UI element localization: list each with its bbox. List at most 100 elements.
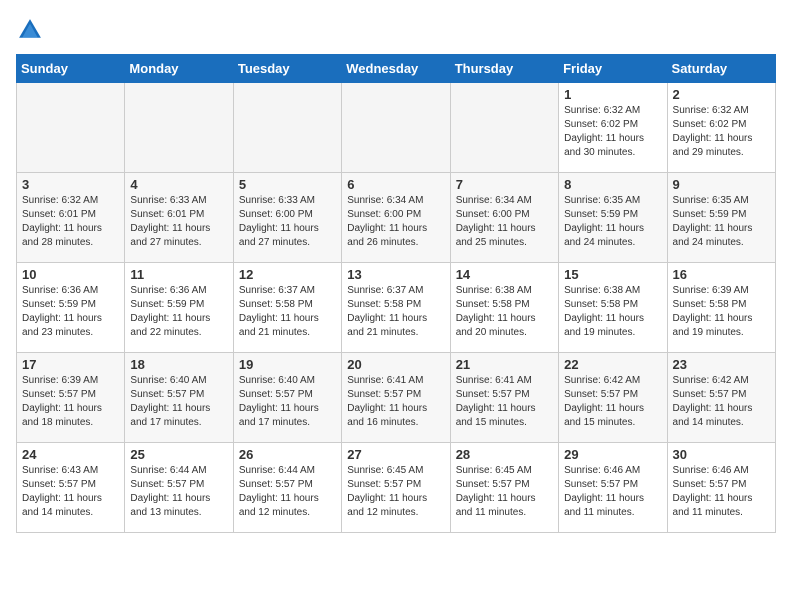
calendar-cell: 29 Sunrise: 6:46 AMSunset: 5:57 PMDayligh… bbox=[559, 443, 667, 533]
day-number: 28 bbox=[456, 447, 553, 462]
day-number: 23 bbox=[673, 357, 770, 372]
day-info: Sunrise: 6:44 AMSunset: 5:57 PMDaylight:… bbox=[239, 464, 336, 520]
calendar-cell: 20 Sunrise: 6:41 AMSunset: 5:57 PMDayligh… bbox=[342, 353, 450, 443]
day-info: Sunrise: 6:39 AMSunset: 5:57 PMDaylight:… bbox=[22, 374, 119, 430]
day-number: 29 bbox=[564, 447, 661, 462]
calendar-cell: 2 Sunrise: 6:32 AMSunset: 6:02 PMDaylight… bbox=[667, 83, 775, 173]
day-header-thursday: Thursday bbox=[450, 55, 558, 83]
day-number: 21 bbox=[456, 357, 553, 372]
day-header-sunday: Sunday bbox=[17, 55, 125, 83]
day-info: Sunrise: 6:42 AMSunset: 5:57 PMDaylight:… bbox=[564, 374, 661, 430]
calendar-cell: 1Sunrise: 6:32 AMSunset: 6:02 PMDaylight… bbox=[559, 83, 667, 173]
day-info: Sunrise: 6:34 AMSunset: 6:00 PMDaylight:… bbox=[347, 194, 444, 250]
calendar-cell: 4 Sunrise: 6:33 AMSunset: 6:01 PMDaylight… bbox=[125, 173, 233, 263]
calendar-cell: 7 Sunrise: 6:34 AMSunset: 6:00 PMDaylight… bbox=[450, 173, 558, 263]
calendar-cell: 6 Sunrise: 6:34 AMSunset: 6:00 PMDaylight… bbox=[342, 173, 450, 263]
calendar-cell: 3 Sunrise: 6:32 AMSunset: 6:01 PMDaylight… bbox=[17, 173, 125, 263]
day-number: 17 bbox=[22, 357, 119, 372]
day-info: Sunrise: 6:40 AMSunset: 5:57 PMDaylight:… bbox=[130, 374, 227, 430]
calendar-table: SundayMondayTuesdayWednesdayThursdayFrid… bbox=[16, 54, 776, 533]
day-info: Sunrise: 6:38 AMSunset: 5:58 PMDaylight:… bbox=[564, 284, 661, 340]
calendar-cell: 25Sunrise: 6:44 AMSunset: 5:57 PMDayligh… bbox=[125, 443, 233, 533]
day-info: Sunrise: 6:39 AMSunset: 5:58 PMDaylight:… bbox=[673, 284, 770, 340]
day-info: Sunrise: 6:34 AMSunset: 6:00 PMDaylight:… bbox=[456, 194, 553, 250]
day-info: Sunrise: 6:45 AMSunset: 5:57 PMDaylight:… bbox=[456, 464, 553, 520]
calendar-cell bbox=[450, 83, 558, 173]
day-info: Sunrise: 6:38 AMSunset: 5:58 PMDaylight:… bbox=[456, 284, 553, 340]
day-info: Sunrise: 6:40 AMSunset: 5:57 PMDaylight:… bbox=[239, 374, 336, 430]
day-number: 26 bbox=[239, 447, 336, 462]
day-info: Sunrise: 6:45 AMSunset: 5:57 PMDaylight:… bbox=[347, 464, 444, 520]
calendar-cell bbox=[125, 83, 233, 173]
day-info: Sunrise: 6:37 AMSunset: 5:58 PMDaylight:… bbox=[347, 284, 444, 340]
day-number: 22 bbox=[564, 357, 661, 372]
day-number: 12 bbox=[239, 267, 336, 282]
day-info: Sunrise: 6:36 AMSunset: 5:59 PMDaylight:… bbox=[22, 284, 119, 340]
day-info: Sunrise: 6:35 AMSunset: 5:59 PMDaylight:… bbox=[673, 194, 770, 250]
day-info: Sunrise: 6:43 AMSunset: 5:57 PMDaylight:… bbox=[22, 464, 119, 520]
day-info: Sunrise: 6:44 AMSunset: 5:57 PMDaylight:… bbox=[130, 464, 227, 520]
calendar-cell: 13Sunrise: 6:37 AMSunset: 5:58 PMDayligh… bbox=[342, 263, 450, 353]
calendar-cell: 14Sunrise: 6:38 AMSunset: 5:58 PMDayligh… bbox=[450, 263, 558, 353]
calendar-cell: 21 Sunrise: 6:41 AMSunset: 5:57 PMDayligh… bbox=[450, 353, 558, 443]
day-info: Sunrise: 6:32 AMSunset: 6:02 PMDaylight:… bbox=[673, 104, 770, 160]
calendar-cell bbox=[17, 83, 125, 173]
calendar-cell: 24 Sunrise: 6:43 AMSunset: 5:57 PMDayligh… bbox=[17, 443, 125, 533]
calendar-week-row: 24 Sunrise: 6:43 AMSunset: 5:57 PMDayligh… bbox=[17, 443, 776, 533]
calendar-cell: 16 Sunrise: 6:39 AMSunset: 5:58 PMDayligh… bbox=[667, 263, 775, 353]
day-info: Sunrise: 6:32 AMSunset: 6:01 PMDaylight:… bbox=[22, 194, 119, 250]
calendar-cell: 17 Sunrise: 6:39 AMSunset: 5:57 PMDayligh… bbox=[17, 353, 125, 443]
calendar-header-row: SundayMondayTuesdayWednesdayThursdayFrid… bbox=[17, 55, 776, 83]
day-info: Sunrise: 6:46 AMSunset: 5:57 PMDaylight:… bbox=[564, 464, 661, 520]
calendar-week-row: 10 Sunrise: 6:36 AMSunset: 5:59 PMDayligh… bbox=[17, 263, 776, 353]
calendar-cell: 18 Sunrise: 6:40 AMSunset: 5:57 PMDayligh… bbox=[125, 353, 233, 443]
day-info: Sunrise: 6:33 AMSunset: 6:00 PMDaylight:… bbox=[239, 194, 336, 250]
calendar-cell: 11Sunrise: 6:36 AMSunset: 5:59 PMDayligh… bbox=[125, 263, 233, 353]
day-info: Sunrise: 6:35 AMSunset: 5:59 PMDaylight:… bbox=[564, 194, 661, 250]
logo-icon bbox=[16, 16, 44, 44]
calendar-cell: 9 Sunrise: 6:35 AMSunset: 5:59 PMDaylight… bbox=[667, 173, 775, 263]
day-number: 6 bbox=[347, 177, 444, 192]
calendar-cell bbox=[342, 83, 450, 173]
day-number: 30 bbox=[673, 447, 770, 462]
day-header-monday: Monday bbox=[125, 55, 233, 83]
calendar-week-row: 3 Sunrise: 6:32 AMSunset: 6:01 PMDaylight… bbox=[17, 173, 776, 263]
day-number: 2 bbox=[673, 87, 770, 102]
day-number: 3 bbox=[22, 177, 119, 192]
calendar-cell: 28 Sunrise: 6:45 AMSunset: 5:57 PMDayligh… bbox=[450, 443, 558, 533]
calendar-cell: 30 Sunrise: 6:46 AMSunset: 5:57 PMDayligh… bbox=[667, 443, 775, 533]
day-info: Sunrise: 6:46 AMSunset: 5:57 PMDaylight:… bbox=[673, 464, 770, 520]
calendar-cell: 23 Sunrise: 6:42 AMSunset: 5:57 PMDayligh… bbox=[667, 353, 775, 443]
day-number: 19 bbox=[239, 357, 336, 372]
day-number: 1 bbox=[564, 87, 661, 102]
day-number: 8 bbox=[564, 177, 661, 192]
day-info: Sunrise: 6:41 AMSunset: 5:57 PMDaylight:… bbox=[456, 374, 553, 430]
calendar-cell: 27Sunrise: 6:45 AMSunset: 5:57 PMDayligh… bbox=[342, 443, 450, 533]
day-number: 18 bbox=[130, 357, 227, 372]
calendar-cell: 8 Sunrise: 6:35 AMSunset: 5:59 PMDaylight… bbox=[559, 173, 667, 263]
day-number: 20 bbox=[347, 357, 444, 372]
calendar-cell: 10 Sunrise: 6:36 AMSunset: 5:59 PMDayligh… bbox=[17, 263, 125, 353]
day-info: Sunrise: 6:37 AMSunset: 5:58 PMDaylight:… bbox=[239, 284, 336, 340]
day-number: 24 bbox=[22, 447, 119, 462]
logo bbox=[16, 16, 48, 44]
calendar-cell bbox=[233, 83, 341, 173]
day-number: 7 bbox=[456, 177, 553, 192]
day-number: 9 bbox=[673, 177, 770, 192]
day-number: 10 bbox=[22, 267, 119, 282]
calendar-cell: 22 Sunrise: 6:42 AMSunset: 5:57 PMDayligh… bbox=[559, 353, 667, 443]
header bbox=[16, 16, 776, 44]
calendar-week-row: 17 Sunrise: 6:39 AMSunset: 5:57 PMDayligh… bbox=[17, 353, 776, 443]
day-number: 11 bbox=[130, 267, 227, 282]
day-number: 15 bbox=[564, 267, 661, 282]
day-header-tuesday: Tuesday bbox=[233, 55, 341, 83]
day-header-saturday: Saturday bbox=[667, 55, 775, 83]
day-info: Sunrise: 6:33 AMSunset: 6:01 PMDaylight:… bbox=[130, 194, 227, 250]
day-info: Sunrise: 6:42 AMSunset: 5:57 PMDaylight:… bbox=[673, 374, 770, 430]
day-info: Sunrise: 6:41 AMSunset: 5:57 PMDaylight:… bbox=[347, 374, 444, 430]
day-number: 16 bbox=[673, 267, 770, 282]
calendar-cell: 15 Sunrise: 6:38 AMSunset: 5:58 PMDayligh… bbox=[559, 263, 667, 353]
calendar-cell: 26 Sunrise: 6:44 AMSunset: 5:57 PMDayligh… bbox=[233, 443, 341, 533]
day-number: 4 bbox=[130, 177, 227, 192]
calendar-cell: 5Sunrise: 6:33 AMSunset: 6:00 PMDaylight… bbox=[233, 173, 341, 263]
